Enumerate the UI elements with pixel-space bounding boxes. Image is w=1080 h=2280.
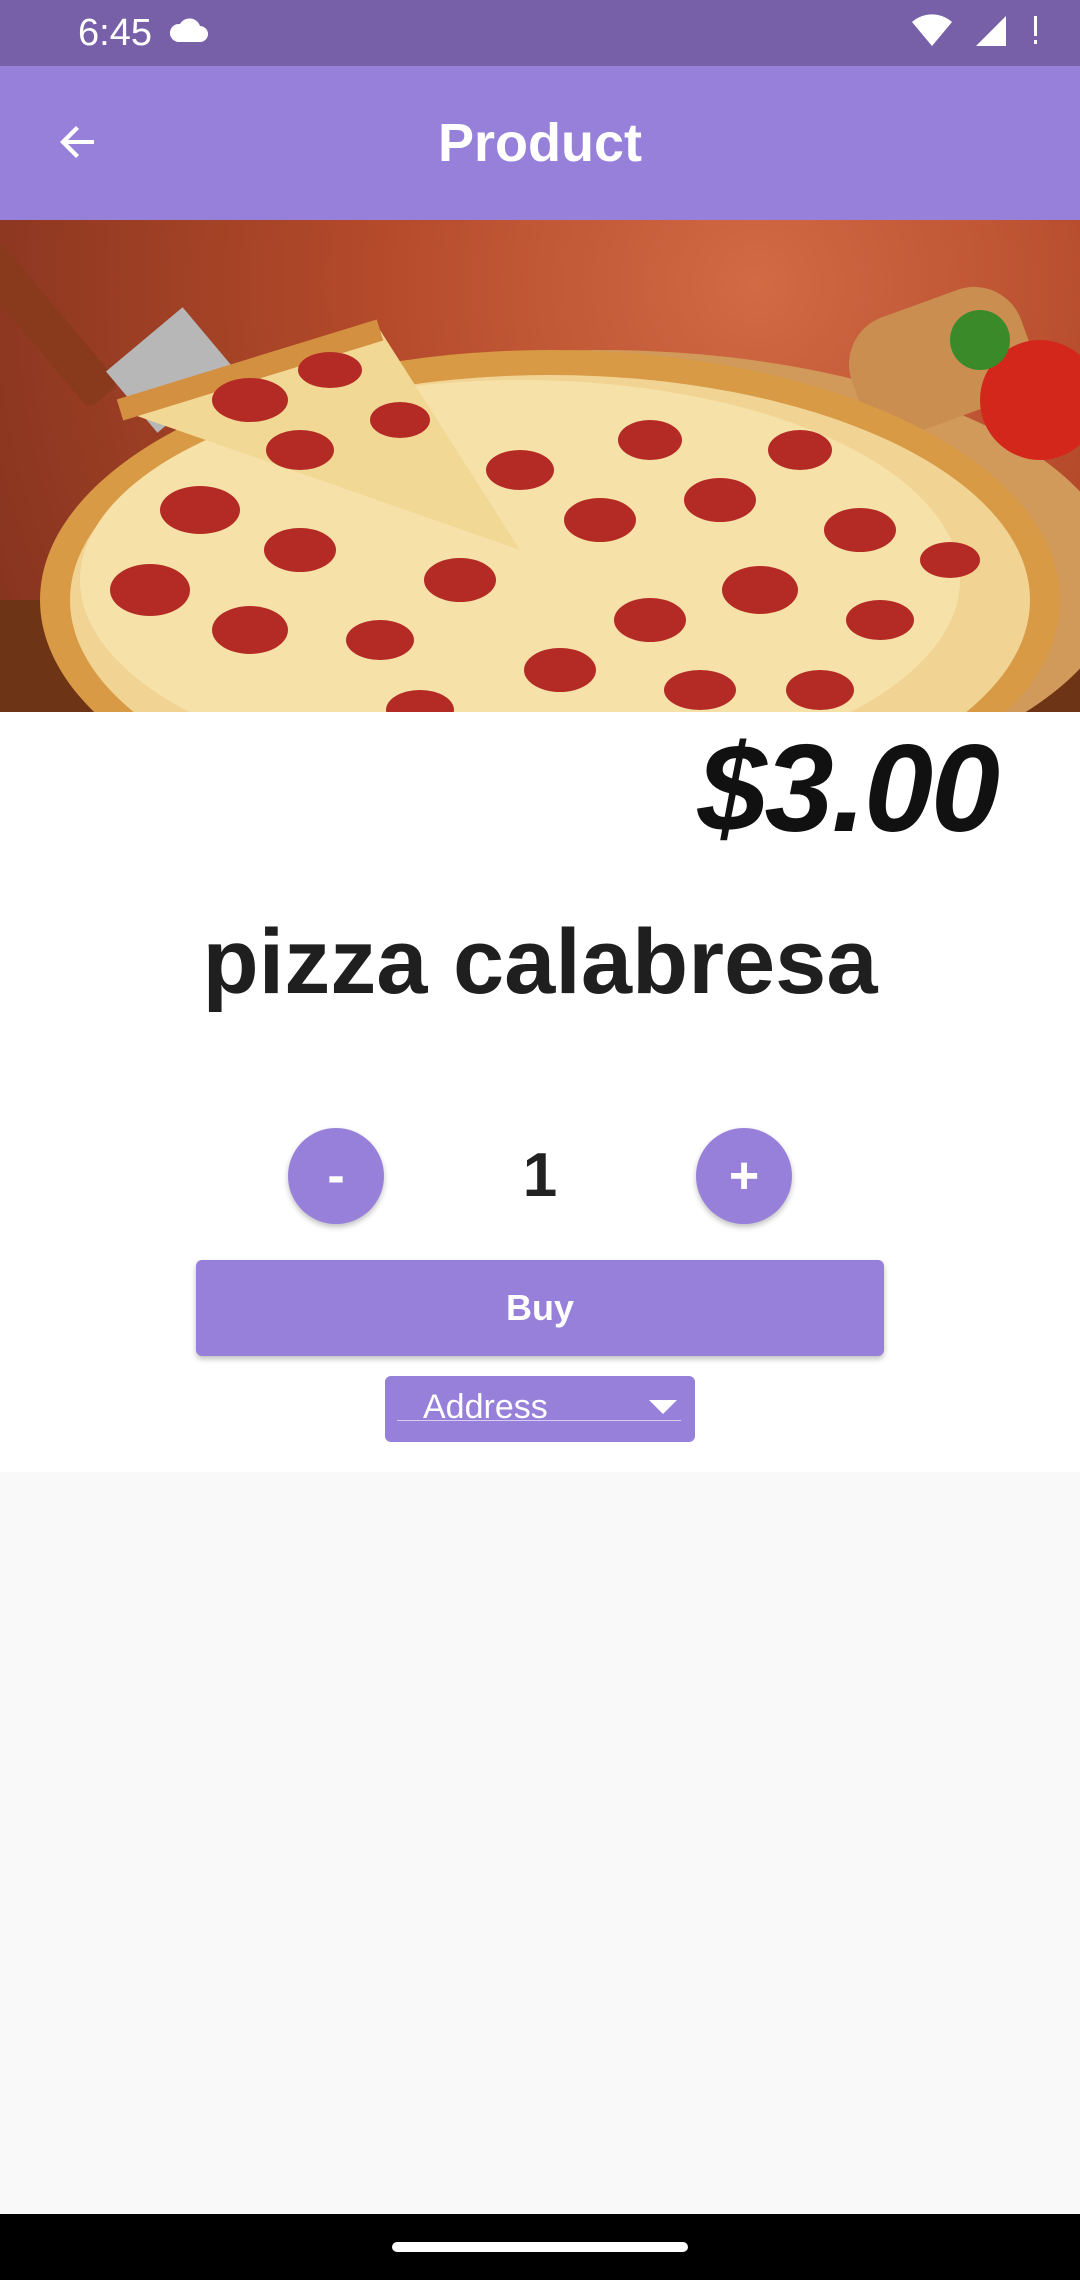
increase-quantity-button[interactable]: + [696, 1128, 792, 1224]
status-bar: 6:45 [0, 0, 1080, 66]
wifi-icon [912, 14, 952, 53]
page-title: Product [437, 113, 642, 173]
arrow-back-icon [60, 126, 94, 158]
buy-button[interactable]: Buy [196, 1260, 884, 1356]
decrease-quantity-button[interactable]: - [288, 1128, 384, 1224]
status-time: 6:45 [78, 12, 152, 54]
quantity-value: 1 [522, 1141, 558, 1210]
home-gesture-handle[interactable] [392, 2242, 688, 2252]
address-dropdown-label: Address [423, 1388, 548, 1426]
back-button[interactable] [46, 110, 110, 174]
app-bar: Product [0, 66, 1080, 220]
cloud-icon [168, 18, 208, 49]
battery-alert-icon [1030, 14, 1040, 53]
dropdown-arrow-icon [649, 1400, 677, 1421]
product-price: $3.00 [697, 720, 1000, 858]
address-dropdown-underline [397, 1420, 681, 1421]
system-navigation-bar [0, 2214, 1080, 2280]
product-name: pizza calabresa [202, 911, 878, 1013]
address-dropdown[interactable]: Address [385, 1376, 695, 1442]
signal-icon [974, 14, 1008, 53]
